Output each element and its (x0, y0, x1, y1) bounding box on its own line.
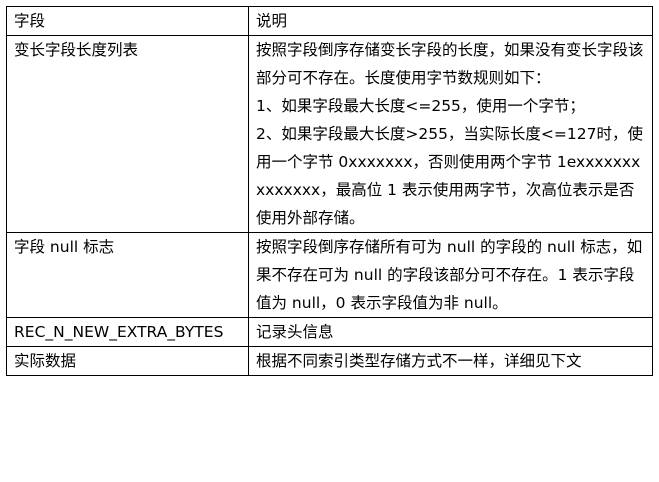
row-description: 记录头信息 (248, 317, 653, 347)
row-description: 按照字段倒序存储所有可为 null 的字段的 null 标志，如果不存在可为 n… (248, 232, 653, 318)
description-line: 按照字段倒序存储变长字段的长度，如果没有变长字段该部分可不存在。长度使用字节数规… (256, 41, 644, 87)
table-row: 字段 null 标志 按照字段倒序存储所有可为 null 的字段的 null 标… (6, 232, 653, 318)
row-description: 根据不同索引类型存储方式不一样，详细见下文 (248, 346, 653, 376)
row-field: REC_N_NEW_EXTRA_BYTES (6, 317, 249, 347)
header-description: 说明 (248, 6, 653, 36)
table-row: 实际数据 根据不同索引类型存储方式不一样，详细见下文 (6, 346, 653, 376)
description-line: 根据不同索引类型存储方式不一样，详细见下文 (256, 352, 582, 370)
description-line: 1、如果字段最大长度<=255，使用一个字节； (256, 97, 585, 115)
header-field: 字段 (6, 6, 249, 36)
row-field: 字段 null 标志 (6, 232, 249, 318)
description-line: 按照字段倒序存储所有可为 null 的字段的 null 标志，如果不存在可为 n… (256, 238, 643, 312)
description-line: 2、如果字段最大长度>255，当实际长度<=127时，使用一个字节 0xxxxx… (256, 125, 643, 227)
description-line: 记录头信息 (256, 323, 334, 341)
document-page: 字段 说明 变长字段长度列表 按照字段倒序存储变长字段的长度，如果没有变长字段该… (6, 6, 653, 376)
row-description: 按照字段倒序存储变长字段的长度，如果没有变长字段该部分可不存在。长度使用字节数规… (248, 35, 653, 233)
row-field: 实际数据 (6, 346, 249, 376)
row-field: 变长字段长度列表 (6, 35, 249, 233)
table-header-row: 字段 说明 (6, 6, 653, 36)
table-row: REC_N_NEW_EXTRA_BYTES 记录头信息 (6, 317, 653, 347)
table-row: 变长字段长度列表 按照字段倒序存储变长字段的长度，如果没有变长字段该部分可不存在… (6, 35, 653, 233)
field-spec-table: 字段 说明 变长字段长度列表 按照字段倒序存储变长字段的长度，如果没有变长字段该… (6, 6, 653, 376)
